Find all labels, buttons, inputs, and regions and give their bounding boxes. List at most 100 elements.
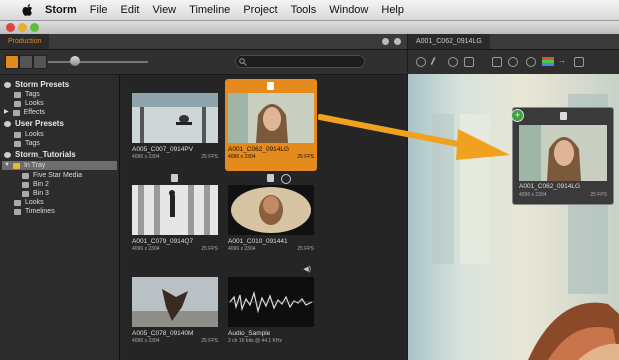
minimize-window-button[interactable] xyxy=(18,23,27,32)
clip-thumbnail-image xyxy=(228,93,314,143)
settings-icon[interactable] xyxy=(508,57,518,67)
tree-storm-tutorials[interactable]: Storm_Tutorials xyxy=(4,150,76,159)
clip-tile-selected[interactable]: A001_C062_0914LG 4096 x 2304 25 FPS xyxy=(225,79,317,171)
user-icon xyxy=(4,120,11,127)
menu-help[interactable]: Help xyxy=(381,4,404,16)
clip-tile[interactable]: A001_C079_0914Q7 4096 x 2304 25 FPS xyxy=(129,171,221,263)
viewer-toolbar: → xyxy=(408,50,619,74)
clip-thumbnail-image xyxy=(132,277,218,327)
rotate-icon[interactable] xyxy=(526,57,536,67)
menu-bar: Storm File Edit View Timeline Project To… xyxy=(0,0,619,21)
dragged-clip-preview[interactable]: A001_C062_0914LG 4096 x 2304 25 FPS xyxy=(512,107,614,205)
tree-tutorial-looks[interactable]: Looks xyxy=(14,198,44,207)
clip-thumbnail xyxy=(132,277,218,327)
panel-options-icon[interactable] xyxy=(382,38,389,45)
bin-icon xyxy=(22,172,29,179)
panel-close-icon[interactable] xyxy=(394,38,401,45)
tree-effects[interactable]: ▶ Effects xyxy=(4,108,45,117)
project-icon xyxy=(4,151,11,158)
clip-fps: 25 FPS xyxy=(297,154,314,160)
disclosure-open-icon[interactable]: ▼ xyxy=(4,161,10,170)
tree-label: Bin 3 xyxy=(33,190,49,197)
menu-window[interactable]: Window xyxy=(329,4,368,16)
menu-project[interactable]: Project xyxy=(243,4,277,16)
pen-tool-icon[interactable] xyxy=(430,57,444,65)
clip-fps: 25 FPS xyxy=(201,338,218,344)
clip-tile[interactable]: A005_C007_0914PV 4096 x 2304 25 FPS xyxy=(129,79,221,171)
clip-fps: 25 FPS xyxy=(201,154,218,160)
window-titlebar xyxy=(0,21,619,34)
fit-view-icon[interactable] xyxy=(492,57,502,67)
clip-resolution: 4096 x 2304 xyxy=(132,154,160,160)
thumbnail-size-knob[interactable] xyxy=(70,56,80,66)
tree-looks[interactable]: Looks xyxy=(14,99,44,108)
filmstrip-view-button[interactable] xyxy=(19,55,33,69)
timeline-icon xyxy=(14,208,21,215)
tree-timelines[interactable]: Timelines xyxy=(14,207,55,216)
looks-icon xyxy=(14,100,21,107)
arrow-right-icon[interactable]: → xyxy=(558,56,566,65)
tree-label: Storm Presets xyxy=(15,80,70,89)
zoom-tool-icon[interactable] xyxy=(448,57,458,67)
audio-format: 2 ch 16 bits @ 44.1 KHz xyxy=(228,338,282,344)
tab-viewer-clip[interactable]: A001_C062_0914LG xyxy=(408,34,490,49)
clip-thumbnail xyxy=(228,93,314,143)
clip-badge-icon xyxy=(267,174,274,182)
menu-view[interactable]: View xyxy=(152,4,176,16)
clip-fps: 25 FPS xyxy=(201,246,218,252)
clip-name: A005_C007_0914PV xyxy=(132,146,194,153)
effect-badge-icon xyxy=(281,174,291,184)
tree-five-star-media[interactable]: Five Star Media xyxy=(22,171,82,180)
clip-resolution: 4096 x 2304 xyxy=(228,246,256,252)
disclosure-triangle-icon[interactable]: ▶ xyxy=(4,108,9,117)
menu-timeline[interactable]: Timeline xyxy=(189,4,230,16)
list-view-button[interactable] xyxy=(33,55,47,69)
tree-in-tray[interactable]: ▼ In Tray xyxy=(2,161,117,170)
hand-tool-icon[interactable] xyxy=(416,57,426,67)
menu-file[interactable]: File xyxy=(90,4,108,16)
menu-tools[interactable]: Tools xyxy=(291,4,317,16)
clip-thumbnail-image xyxy=(228,185,314,235)
tree-label: Looks xyxy=(25,100,44,107)
apple-icon[interactable] xyxy=(21,3,35,17)
close-window-button[interactable] xyxy=(6,23,15,32)
crop-tool-icon[interactable] xyxy=(464,57,474,67)
audio-tile[interactable]: ◀) Audio_Sample 2 ch 16 bits @ 44.1 KHz xyxy=(225,263,317,355)
tree-label: User Presets xyxy=(15,119,64,128)
tree-user-tags[interactable]: Tags xyxy=(14,139,40,148)
viewer-header: A001_C062_0914LG xyxy=(408,34,619,50)
tree-bin-3[interactable]: Bin 3 xyxy=(22,189,49,198)
storm-logo-icon xyxy=(4,81,11,88)
clip-tile[interactable]: A001_C010_091441 4096 x 2304 25 FPS xyxy=(225,171,317,263)
grid-view-button[interactable] xyxy=(5,55,19,69)
clip-tile[interactable]: A005_C078_09140M 4096 x 2304 25 FPS xyxy=(129,263,221,355)
tree-label: Five Star Media xyxy=(33,172,83,179)
color-channels-icon[interactable] xyxy=(542,57,554,66)
tree-bin-2[interactable]: Bin 2 xyxy=(22,180,49,189)
clip-thumbnail-image xyxy=(132,185,218,235)
search-icon xyxy=(239,58,247,66)
tree-tags[interactable]: Tags xyxy=(14,90,40,99)
tab-production[interactable]: Production xyxy=(0,34,50,49)
bin-icon xyxy=(22,190,29,197)
tree-storm-presets[interactable]: Storm Presets xyxy=(4,80,69,89)
add-badge-icon: + xyxy=(511,109,524,122)
zoom-window-button[interactable] xyxy=(30,23,39,32)
tree-user-looks[interactable]: Looks xyxy=(14,130,44,139)
drag-arrow xyxy=(318,114,510,160)
tray-icon xyxy=(12,162,20,169)
menu-edit[interactable]: Edit xyxy=(121,4,140,16)
search-input[interactable] xyxy=(235,55,365,68)
overlay-icon[interactable] xyxy=(574,57,584,67)
clip-thumbnail xyxy=(132,93,218,143)
thumbnail-size-slider[interactable] xyxy=(48,61,148,63)
tree-label: Storm_Tutorials xyxy=(15,150,76,159)
clip-thumbnail-image xyxy=(132,93,218,143)
clip-thumbnail xyxy=(132,185,218,235)
clip-resolution: 4096 x 2304 xyxy=(228,154,256,160)
tag-icon xyxy=(14,91,21,98)
audio-waveform xyxy=(228,277,314,327)
clip-thumbnail xyxy=(519,125,607,181)
tree-user-presets[interactable]: User Presets xyxy=(4,119,64,128)
app-menu[interactable]: Storm xyxy=(45,4,77,16)
